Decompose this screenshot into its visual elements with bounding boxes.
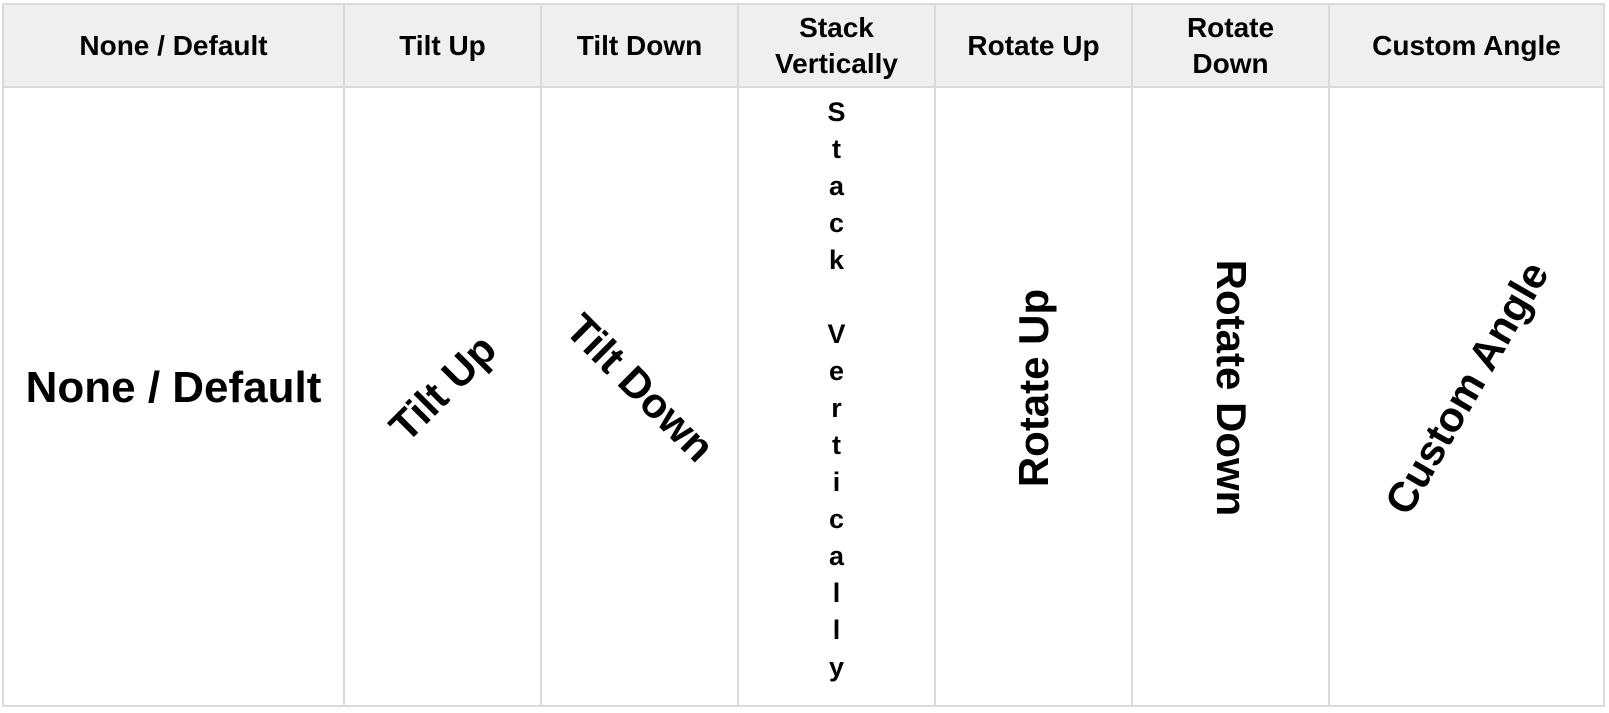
cell-tilt-down[interactable]: Tilt Down [540, 86, 739, 707]
stacked-char [827, 279, 847, 316]
header-cell-rotate-down[interactable]: Rotate Down [1131, 3, 1330, 88]
stacked-char: r [831, 393, 842, 423]
stacked-char: l [832, 578, 841, 608]
header-line: Rotate [1186, 11, 1275, 43]
table-row: None / Default Tilt Up Tilt Down S t a c… [2, 86, 1605, 707]
cell-text-stack-vertically: S t a c k V e r t i c a l l y [827, 94, 847, 686]
header-row: None / Default Tilt Up Tilt Down Stack V… [2, 3, 1605, 88]
stacked-char: a [828, 541, 845, 571]
stacked-char: t [832, 134, 841, 164]
header-line: Down [1192, 47, 1269, 79]
stacked-char: y [828, 652, 845, 682]
stacked-char: S [827, 97, 846, 127]
stacked-char: k [828, 245, 845, 275]
stacked-char: c [828, 504, 845, 534]
header-cell-custom-angle[interactable]: Custom Angle [1328, 3, 1605, 88]
stacked-char: t [832, 430, 841, 460]
stacked-char: c [828, 208, 845, 238]
cell-tilt-up[interactable]: Tilt Up [343, 86, 542, 707]
header-cell-tilt-down[interactable]: Tilt Down [540, 3, 739, 88]
cell-none-default[interactable]: None / Default [2, 86, 345, 707]
cell-text-tilt-up: Tilt Up [379, 325, 505, 451]
header-cell-stack-vertically[interactable]: Stack Vertically [737, 3, 936, 88]
stacked-char: i [832, 467, 841, 497]
stacked-char: V [827, 319, 846, 349]
cell-rotate-up[interactable]: Rotate Up [934, 86, 1133, 707]
header-cell-rotate-up[interactable]: Rotate Up [934, 3, 1133, 88]
header-cell-tilt-up[interactable]: Tilt Up [343, 3, 542, 88]
header-cell-none-default[interactable]: None / Default [2, 3, 345, 88]
cell-custom-angle[interactable]: Custom Angle [1328, 86, 1605, 707]
cell-text-rotate-up: Rotate Up [1009, 288, 1057, 488]
cell-stack-vertically[interactable]: S t a c k V e r t i c a l l y [737, 86, 936, 707]
stacked-char: e [828, 356, 845, 386]
header-line: Stack [799, 11, 874, 43]
text-rotation-table: None / Default Tilt Up Tilt Down Stack V… [2, 3, 1605, 707]
cell-text-custom-angle: Custom Angle [1374, 253, 1558, 523]
cell-text-none-default: None / Default [25, 363, 322, 412]
stacked-char: l [832, 615, 841, 645]
cell-rotate-down[interactable]: Rotate Down [1131, 86, 1330, 707]
cell-text-tilt-down: Tilt Down [556, 304, 724, 471]
cell-text-rotate-down: Rotate Down [1207, 259, 1255, 517]
header-line: Vertically [775, 47, 898, 79]
stacked-char: a [828, 171, 845, 201]
